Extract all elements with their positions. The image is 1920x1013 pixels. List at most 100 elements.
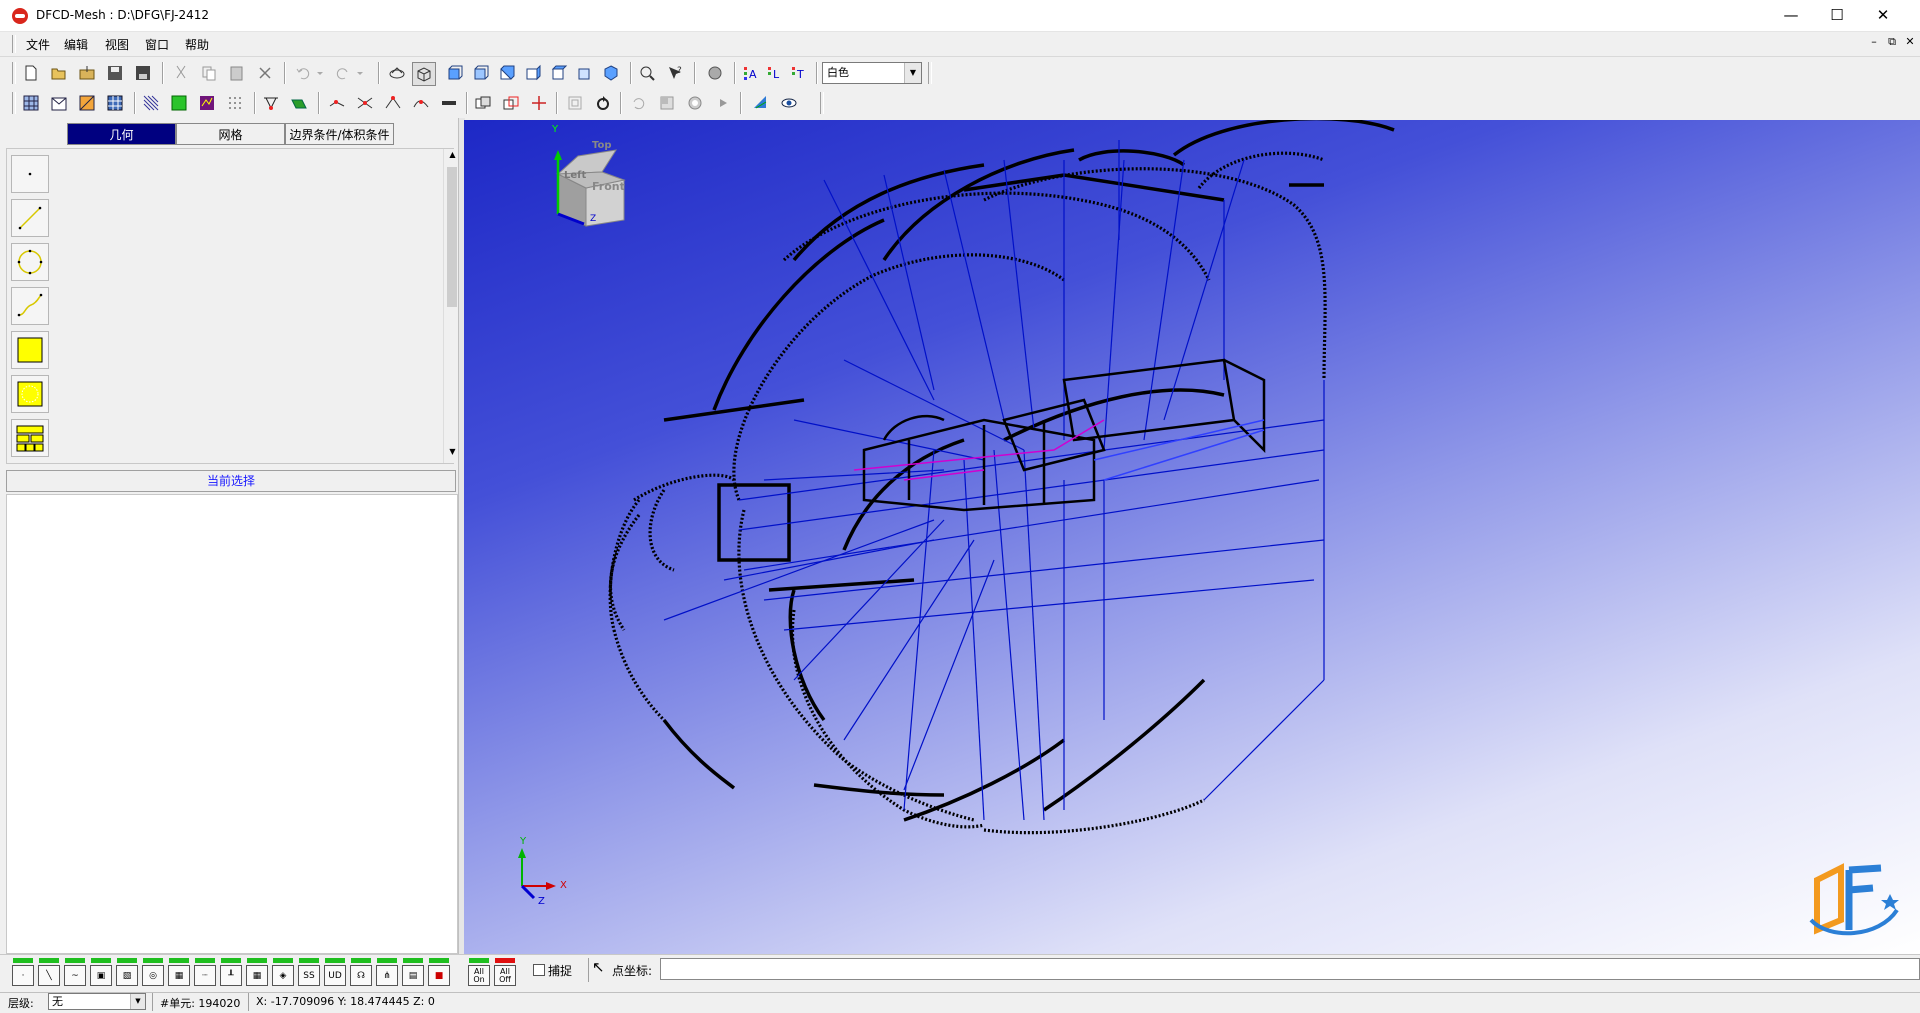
filter-bc-button[interactable]: ☊ [350, 958, 372, 986]
view-cube[interactable]: Y Top Left Front Z [544, 124, 644, 228]
help-pointer-icon[interactable]: ? [664, 62, 686, 84]
toolbar-grip[interactable] [928, 62, 932, 84]
copy-shape-icon[interactable] [472, 92, 494, 114]
label-t-icon[interactable]: T [788, 62, 810, 84]
close-button[interactable]: ✕ [1860, 0, 1906, 31]
all-on-button[interactable]: All On [468, 958, 490, 986]
mesh-check-icon[interactable] [260, 92, 282, 114]
join-curve-icon[interactable] [354, 92, 376, 114]
surface-mesh-icon[interactable] [48, 92, 70, 114]
eye-icon[interactable] [778, 92, 800, 114]
dots-grid-icon[interactable] [224, 92, 246, 114]
sphere-icon[interactable] [684, 92, 706, 114]
view-front-icon[interactable] [444, 62, 466, 84]
filter-face-button[interactable]: ▣ [90, 958, 112, 986]
flow-icon[interactable] [750, 92, 772, 114]
mesh-pattern-icon[interactable] [140, 92, 162, 114]
snap-checkbox[interactable] [533, 964, 545, 976]
mdi-close-button[interactable]: ✕ [1902, 35, 1918, 48]
tab-boundary-conditions[interactable]: 边界条件/体积条件 [285, 123, 394, 145]
filter-ud-button[interactable]: UD [324, 958, 346, 986]
block-tool[interactable] [11, 419, 49, 457]
chevron-down-icon[interactable]: ▼ [130, 994, 145, 1009]
open-file-icon[interactable] [48, 62, 70, 84]
filter-mesh-button[interactable]: ▦ [246, 958, 268, 986]
toolbar-grip[interactable] [820, 92, 824, 114]
toolbar-grip[interactable] [12, 92, 16, 114]
circle-tool[interactable] [11, 243, 49, 281]
line-tool[interactable] [11, 199, 49, 237]
filter-axis-button[interactable]: ⋔ [376, 958, 398, 986]
volume-mesh-icon[interactable] [104, 92, 126, 114]
cut-icon[interactable] [170, 62, 192, 84]
filter-curve-button[interactable]: ~ [64, 958, 86, 986]
mdi-minimize-button[interactable]: – [1866, 35, 1882, 48]
save-as-icon[interactable] [132, 62, 154, 84]
paste-icon[interactable] [226, 62, 248, 84]
shaded-view-icon[interactable] [386, 62, 408, 84]
all-off-button[interactable]: All Off [494, 958, 516, 986]
export-mesh-icon[interactable] [288, 92, 310, 114]
view-left-icon[interactable] [496, 62, 518, 84]
pointer-icon[interactable]: ↖ [592, 958, 605, 976]
circle-face-tool[interactable] [11, 375, 49, 413]
reset-view-icon[interactable] [628, 92, 650, 114]
minimize-button[interactable]: — [1768, 0, 1814, 31]
filter-node-button[interactable]: ┸ [220, 958, 242, 986]
copy-icon[interactable] [198, 62, 220, 84]
3d-viewport[interactable]: Y Top Left Front Z Y X Z [464, 120, 1920, 954]
menubar-grip[interactable] [12, 35, 16, 53]
split-curve-icon[interactable] [326, 92, 348, 114]
menu-window[interactable]: 窗口 [145, 36, 169, 53]
zoom-fit-icon[interactable] [636, 62, 658, 84]
menu-view[interactable]: 视图 [105, 36, 129, 53]
filter-block-button[interactable]: ▦ [168, 958, 190, 986]
filter-line-button[interactable]: ╲ [38, 958, 60, 986]
filter-ss-button[interactable]: SS [298, 958, 320, 986]
transform-icon[interactable] [500, 92, 522, 114]
undo-icon[interactable] [292, 62, 314, 84]
filter-part-button[interactable]: ◈ [272, 958, 294, 986]
scrollbar-thumb[interactable] [447, 167, 457, 307]
rotate-icon[interactable] [592, 92, 614, 114]
filter-solid-button[interactable]: ■ [428, 958, 450, 986]
label-a-icon[interactable]: A [740, 62, 762, 84]
undo-dropdown-icon[interactable] [314, 62, 326, 84]
play-icon[interactable] [712, 92, 734, 114]
import-icon[interactable] [76, 62, 98, 84]
filter-sphere-button[interactable]: ◎ [142, 958, 164, 986]
green-face-icon[interactable] [168, 92, 190, 114]
view-top-icon[interactable] [548, 62, 570, 84]
label-l-icon[interactable]: L [764, 62, 786, 84]
window-icon[interactable] [656, 92, 678, 114]
crosshair-icon[interactable] [528, 92, 550, 114]
filter-image-button[interactable]: ▤ [402, 958, 424, 986]
maximize-button[interactable]: ☐ [1814, 0, 1860, 31]
new-file-icon[interactable] [20, 62, 42, 84]
background-color-select[interactable]: 白色 ▼ [822, 62, 922, 84]
layer-select[interactable]: 无 ▼ [48, 993, 146, 1010]
delete-icon[interactable] [254, 62, 276, 84]
tab-geometry[interactable]: 几何 [67, 123, 176, 145]
menu-edit[interactable]: 编辑 [64, 36, 88, 53]
tab-mesh[interactable]: 网格 [176, 123, 285, 145]
face-tool[interactable] [11, 331, 49, 369]
filter-dots-button[interactable]: ┈ [194, 958, 216, 986]
view-iso-icon[interactable] [600, 62, 622, 84]
curve-tool[interactable] [11, 287, 49, 325]
save-icon[interactable] [104, 62, 126, 84]
toolbar-grip[interactable] [12, 62, 16, 84]
point-coord-input[interactable] [660, 958, 1920, 980]
grid-mesh-icon[interactable] [20, 92, 42, 114]
wireframe-view-icon[interactable] [412, 62, 436, 86]
filter-surface-button[interactable]: ▧ [116, 958, 138, 986]
group-icon[interactable] [564, 92, 586, 114]
current-selection-list[interactable] [6, 494, 458, 954]
mdi-restore-button[interactable]: ⧉ [1884, 35, 1900, 49]
point-tool[interactable] [11, 155, 49, 193]
view-right-icon[interactable] [522, 62, 544, 84]
filter-point-button[interactable]: · [12, 958, 34, 986]
redo-dropdown-icon[interactable] [354, 62, 366, 84]
measure-icon[interactable] [438, 92, 460, 114]
intersect-icon[interactable] [382, 92, 404, 114]
